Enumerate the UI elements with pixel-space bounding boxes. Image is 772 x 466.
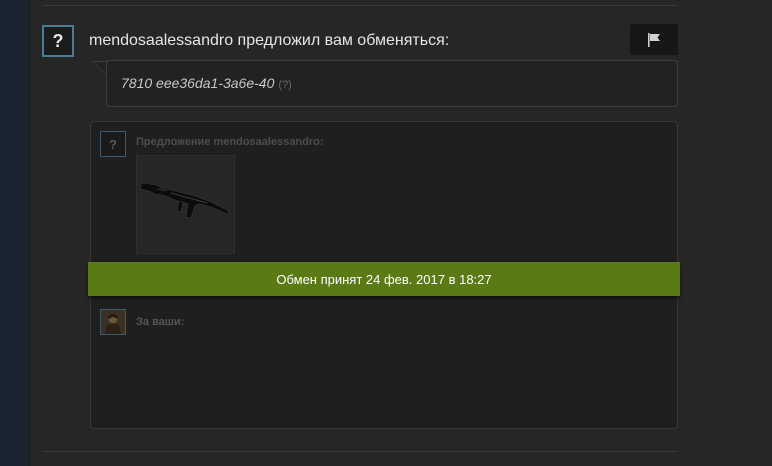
- offered-item[interactable]: [136, 155, 235, 254]
- rifle-icon: [140, 182, 230, 219]
- report-flag-button[interactable]: [630, 24, 678, 55]
- user-avatar-image: [101, 310, 125, 334]
- divider-top: [42, 5, 678, 6]
- offer-label: Предложение mendosaalessandro:: [136, 136, 324, 148]
- offer-partner-avatar[interactable]: ?: [100, 131, 126, 157]
- trade-offer-header: mendosaalessandro предложил вам обменять…: [89, 32, 450, 49]
- divider-bottom: [42, 451, 678, 452]
- trade-message: 7810 eee36da1-3a6e-40 (?): [121, 75, 292, 91]
- your-items-label: За ваши:: [136, 316, 185, 328]
- avatar-placeholder-small: ?: [109, 136, 117, 152]
- partner-avatar[interactable]: ?: [42, 25, 74, 57]
- trade-message-text: 7810 eee36da1-3a6e-40: [121, 75, 275, 91]
- trade-accepted-banner: Обмен принят 24 фев. 2017 в 18:27: [88, 262, 680, 296]
- your-avatar[interactable]: [100, 309, 126, 335]
- help-link[interactable]: (?): [278, 79, 291, 91]
- trade-message-bubble: 7810 eee36da1-3a6e-40 (?): [106, 60, 678, 107]
- flag-icon: [648, 32, 660, 47]
- left-sidebar: [0, 0, 30, 466]
- avatar-placeholder: ?: [52, 30, 64, 51]
